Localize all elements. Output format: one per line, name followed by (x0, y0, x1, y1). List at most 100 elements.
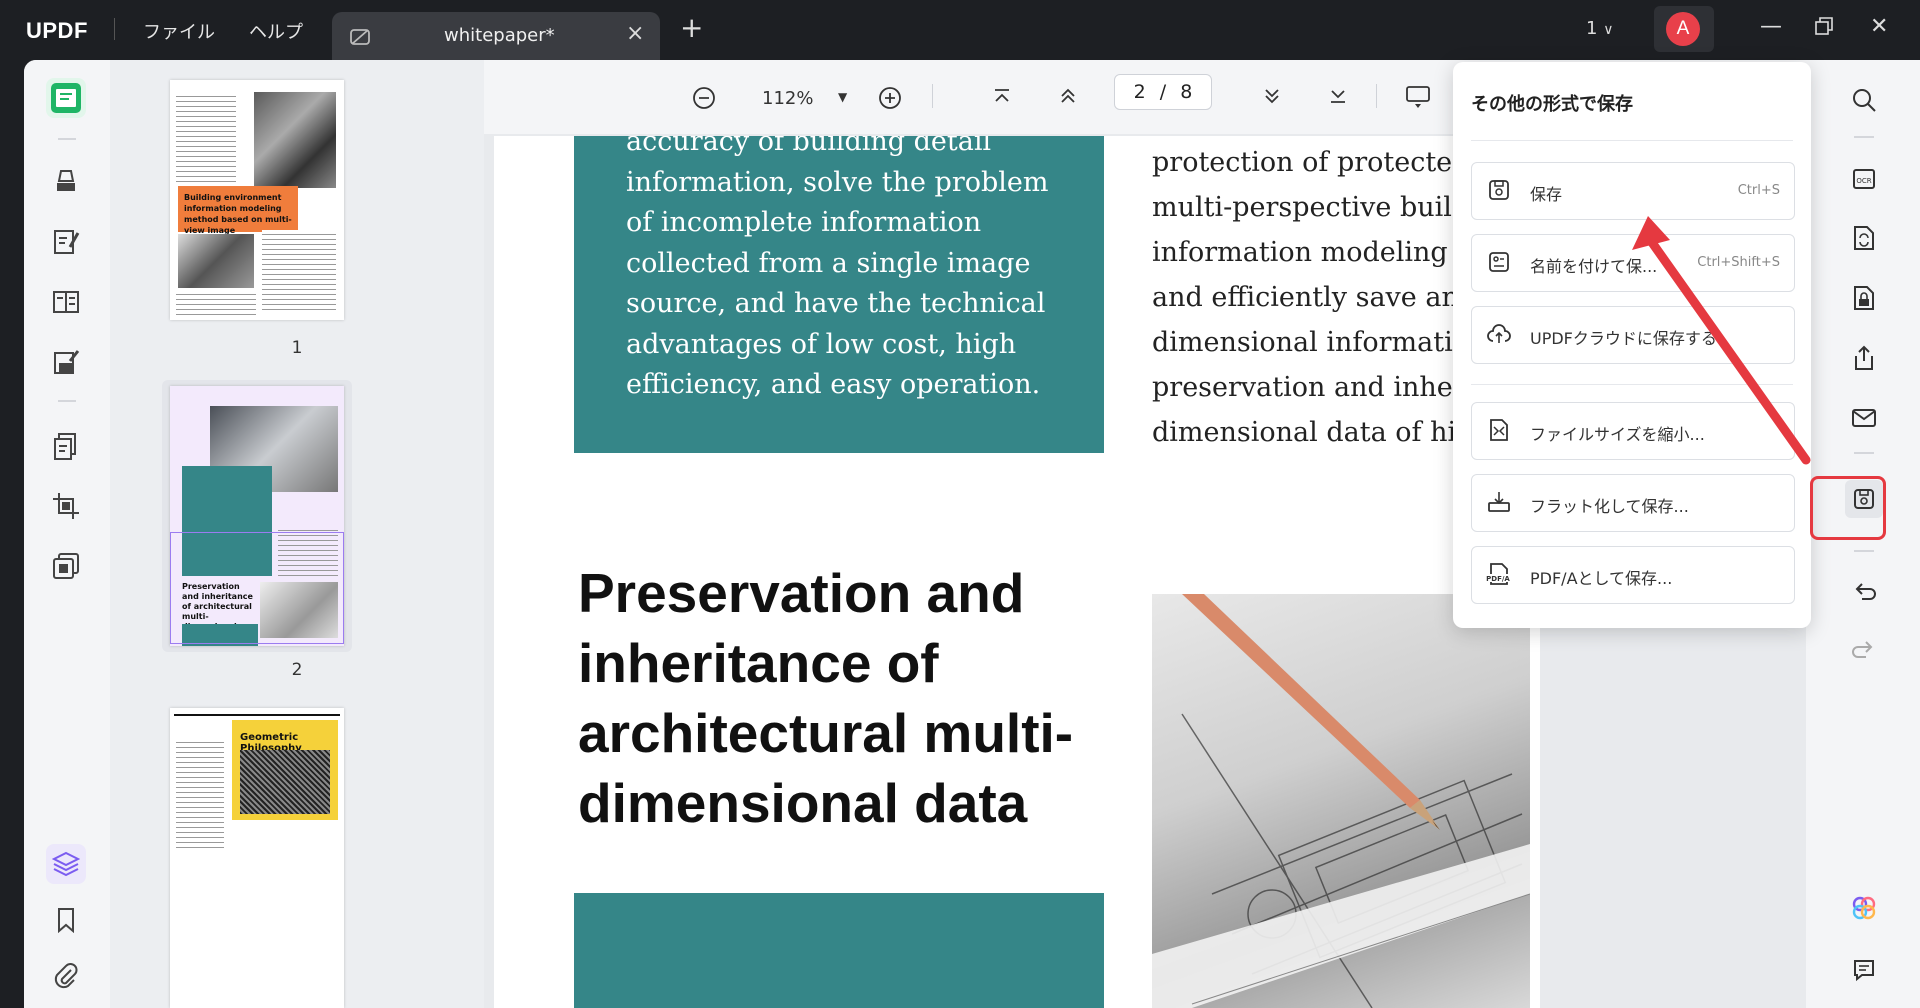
reader-mode-button[interactable] (46, 78, 86, 118)
chevron-down-icon: ∨ (1603, 22, 1614, 38)
share-button[interactable] (1846, 340, 1882, 376)
thumbnail-photo (240, 750, 330, 814)
close-tab-icon[interactable]: × (626, 21, 644, 46)
window-number: 1 (1586, 18, 1598, 39)
page-number-input[interactable]: 2 / 8 (1114, 74, 1212, 110)
thumbnail-photo (178, 234, 254, 288)
flatten-save-option[interactable]: フラット化して保存... (1471, 474, 1795, 532)
undo-button[interactable] (1846, 574, 1882, 610)
protect-tool-button[interactable] (46, 546, 86, 586)
page-thumbnail-1[interactable]: Building environment information modelin… (170, 80, 344, 320)
ai-assistant-icon (1852, 896, 1876, 920)
save-icon (1486, 177, 1512, 203)
thumbnail-number: 2 (291, 660, 303, 680)
divider (1471, 140, 1793, 141)
avatar[interactable]: A (1666, 12, 1700, 46)
heading-line: architectural multi- (578, 702, 1074, 764)
document-tab-icon (348, 24, 374, 50)
search-button[interactable] (1846, 82, 1882, 118)
lock-document-icon (1854, 286, 1874, 310)
text-line: efficiency, and easy operation. (626, 369, 1041, 400)
new-tab-icon[interactable]: + (680, 14, 703, 42)
text-line: multi-perspective buildi (1152, 192, 1478, 223)
option-shortcut: Ctrl+S (1737, 183, 1780, 198)
bookmark-icon (58, 908, 74, 933)
divider (1854, 452, 1874, 454)
text-line: dimensional data of hist (1152, 417, 1481, 448)
zoom-in-icon[interactable] (878, 86, 902, 110)
thumbnail-number: 1 (291, 338, 303, 358)
compress-icon (1486, 417, 1512, 443)
heading-line: Preservation and (578, 562, 1025, 624)
annotation-arrow-icon (1632, 216, 1811, 465)
email-button[interactable] (1846, 400, 1882, 436)
thumbnail-text (176, 92, 236, 182)
text-line: and efficiently save and (1152, 282, 1477, 313)
last-page-icon[interactable] (1328, 86, 1348, 106)
form-icon (53, 291, 79, 313)
text-line: collected from a single image (626, 247, 1031, 279)
document-tab[interactable]: whitepaper* × (332, 12, 660, 60)
edit-tool-button[interactable] (46, 222, 86, 262)
text-line: advantages of low cost, high (626, 328, 1017, 360)
previous-page-icon[interactable] (1058, 86, 1078, 106)
first-page-icon[interactable] (992, 86, 1012, 106)
caret-down-icon[interactable]: ▼ (838, 90, 847, 104)
viewport-indicator[interactable] (170, 532, 344, 644)
close-window-icon[interactable]: ✕ (1870, 14, 1888, 39)
teal-paragraph: accuracy of building detail information,… (626, 136, 1106, 406)
text-line: information modeling m (1152, 237, 1482, 268)
comments-panel-button[interactable] (1846, 952, 1882, 988)
option-label: フラット化して保存... (1530, 497, 1689, 516)
minimize-icon[interactable]: — (1760, 14, 1782, 39)
thumbnail-text (176, 290, 256, 316)
updf-logo: UPDF (26, 18, 88, 43)
page-thumbnail-3[interactable]: Geometric Philosophy (170, 708, 344, 1008)
current-page: 2 (1133, 81, 1146, 103)
bookmark-button[interactable] (46, 900, 86, 940)
menu-help[interactable]: ヘルプ (249, 18, 303, 44)
layers-button[interactable] (46, 844, 86, 884)
convert-button[interactable] (1846, 220, 1882, 256)
page-thumbnail-2[interactable]: Preservation and inheritance of architec… (170, 386, 344, 646)
thumbnail-rule (174, 714, 340, 716)
search-icon (1853, 89, 1876, 112)
teal-block-bottom (574, 893, 1104, 1008)
save-as-pdfa-option[interactable]: PDF/A PDF/Aとして保存... (1471, 546, 1795, 604)
total-pages: 8 (1180, 81, 1193, 103)
menu-file[interactable]: ファイル (143, 18, 215, 44)
left-toolbar (24, 60, 110, 1008)
protect-button[interactable] (1846, 280, 1882, 316)
thumbnail-photo (254, 92, 336, 188)
page-separator: / (1159, 81, 1167, 103)
section-heading: Preservation and inheritance of architec… (578, 558, 1138, 838)
highlighter-icon (57, 170, 75, 191)
fill-sign-button[interactable] (46, 342, 86, 382)
window-selector[interactable]: 1 ∨ (1586, 18, 1613, 39)
ocr-button[interactable]: OCR (1846, 160, 1882, 196)
next-page-icon[interactable] (1262, 86, 1282, 106)
redo-button[interactable] (1846, 632, 1882, 668)
divider (1854, 550, 1874, 552)
crop-tool-button[interactable] (46, 486, 86, 526)
divider (932, 84, 933, 108)
pdf-page: accuracy of building detail information,… (494, 136, 1540, 1008)
undo-icon (1855, 583, 1876, 600)
restore-icon[interactable] (1814, 16, 1834, 36)
comment-tool-button[interactable] (46, 162, 86, 202)
form-tool-button[interactable] (46, 282, 86, 322)
svg-text:PDF/A: PDF/A (1486, 575, 1510, 583)
option-label: 保存 (1530, 185, 1563, 204)
presentation-icon[interactable] (1404, 84, 1432, 110)
text-line: preservation and inherit (1152, 372, 1486, 403)
heading-line: dimensional data (578, 772, 1028, 834)
attachment-button[interactable] (46, 956, 86, 996)
ai-assistant-button[interactable] (1846, 890, 1882, 926)
tab-title: whitepaper* (444, 25, 555, 46)
zoom-level[interactable]: 112% (762, 88, 813, 109)
divider (58, 138, 76, 140)
text-line: protection of protected b (1152, 147, 1496, 178)
crop-icon (53, 493, 79, 519)
organize-pages-button[interactable] (46, 426, 86, 466)
zoom-out-icon[interactable] (692, 86, 716, 110)
